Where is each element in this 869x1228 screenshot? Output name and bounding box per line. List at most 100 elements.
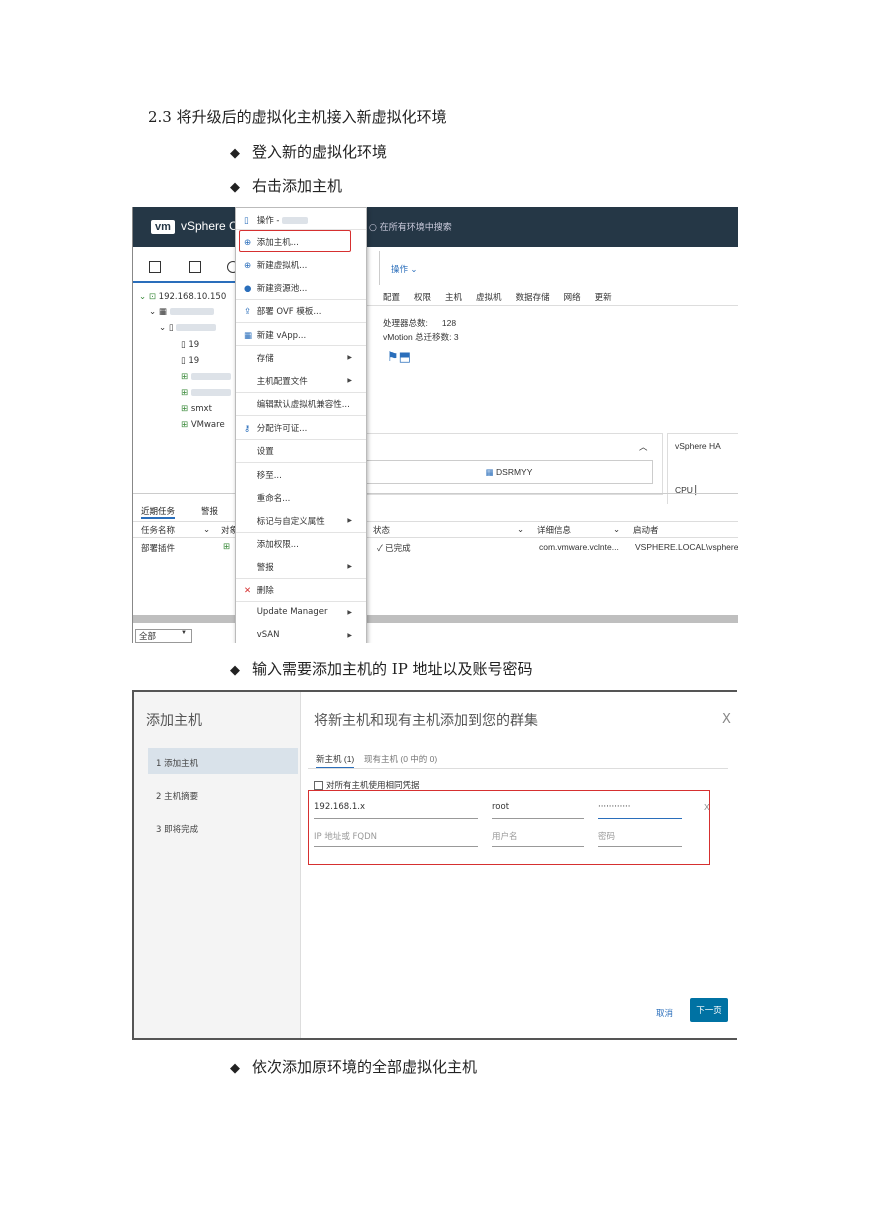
step-host-summary[interactable]: 2 主机摘要 <box>156 790 198 802</box>
tree-vcenter[interactable]: ⌄ ⊡ 192.168.10.150 <box>139 292 226 302</box>
delete-icon: ✕ <box>244 586 252 596</box>
tab-recent-tasks[interactable]: 近期任务 <box>141 505 176 519</box>
wizard-sidebar: 添加主机 1 添加主机 2 主机摘要 3 即将完成 <box>134 692 301 1038</box>
menu-alarms[interactable]: 警报 ▶ <box>244 561 358 573</box>
app-title: vSphere C <box>181 219 238 233</box>
context-menu: ▯ 操作 - ⊕ 添加主机... ⊕ 新建虚拟机... ● 新建资源池... ⇪… <box>235 207 367 643</box>
tab-existing-hosts[interactable]: 现有主机 (0 中的 0) <box>364 753 437 765</box>
tree-host[interactable]: ▯ 19 <box>181 356 199 366</box>
collapse-icon[interactable]: ︿ <box>639 441 648 453</box>
menu-add-permission[interactable]: 添加权限... <box>244 538 299 550</box>
vsphere-screenshot: vm vSphere C ○ 在所有环境中搜索 ⌄ ⊡ 192.168.10.1… <box>132 207 738 643</box>
tree-vm[interactable]: ⊞ <box>181 388 231 398</box>
col-task-name[interactable]: 任务名称 <box>141 524 175 536</box>
menu-new-resource-pool[interactable]: ● 新建资源池... <box>244 282 307 294</box>
filter-select[interactable]: 全部 ▼ <box>135 629 192 643</box>
menu-delete[interactable]: ✕ 删除 <box>244 584 274 596</box>
menu-new-vm[interactable]: ⊕ 新建虚拟机... <box>244 259 307 271</box>
menu-separator <box>236 415 366 416</box>
menu-add-host[interactable]: ⊕ 添加主机... <box>244 236 299 248</box>
ip-input-placeholder[interactable]: IP 地址或 FQDN <box>314 830 478 847</box>
step-add-host[interactable]: 1 添加主机 <box>156 757 198 769</box>
tree-vm-smxt[interactable]: ⊞ smxt <box>181 404 212 414</box>
ovf-icon: ⇪ <box>244 307 252 317</box>
menu-tags[interactable]: 标记与自定义属性 ▶ <box>244 515 358 527</box>
menu-vsan[interactable]: vSAN ▶ <box>244 630 358 640</box>
remove-row-icon[interactable]: X <box>704 802 710 812</box>
ha-label: vSphere HA <box>675 441 721 451</box>
tab-alarms[interactable]: 警报 <box>201 505 218 517</box>
password-input[interactable]: ············ <box>598 802 682 819</box>
divider <box>133 521 738 522</box>
bullet-4: ◆ 依次添加原环境的全部虚拟化主机 <box>230 1056 477 1077</box>
tab-hosts[interactable]: 主机 <box>445 292 462 302</box>
submenu-arrow-icon: ▶ <box>347 517 352 524</box>
tree-vm[interactable]: ⊞ <box>181 372 231 382</box>
col-status[interactable]: 状态 <box>373 524 390 536</box>
cancel-button[interactable]: 取消 <box>656 1007 673 1019</box>
username-input[interactable]: root <box>492 802 584 819</box>
actions-menu[interactable]: 操作 ⌄ <box>391 263 417 275</box>
vm-icon: ⊞ <box>181 404 191 414</box>
col-details[interactable]: 详细信息 <box>537 524 571 536</box>
hosts-clusters-icon[interactable] <box>149 261 161 273</box>
task-initiator: VSPHERE.LOCAL\vsphere- <box>635 542 738 552</box>
col-chevron-icon: ⌄ <box>613 524 621 534</box>
search-input[interactable]: ○ 在所有环境中搜索 <box>369 220 452 233</box>
step-ready[interactable]: 3 即将完成 <box>156 823 198 835</box>
menu-settings[interactable]: 设置 <box>244 445 274 457</box>
menu-separator <box>236 345 366 346</box>
bullet-3: ◆ 输入需要添加主机的 IP 地址以及账号密码 <box>230 658 533 679</box>
tab-new-hosts[interactable]: 新主机 (1) <box>316 753 355 769</box>
tree-cluster[interactable]: ⌄ ▯ <box>159 323 217 333</box>
username-input-placeholder[interactable]: 用户名 <box>492 830 584 847</box>
datastore-icon: ▦ <box>485 467 497 477</box>
menu-assign-license[interactable]: ⚷ 分配许可证... <box>244 422 307 434</box>
tab-datastores[interactable]: 数据存储 <box>516 292 550 302</box>
submenu-arrow-icon: ▶ <box>347 354 352 361</box>
cluster-icon: ⌄ ▯ <box>159 323 177 333</box>
password-input-placeholder[interactable]: 密码 <box>598 830 682 847</box>
object-tabs: 配置 权限 主机 虚拟机 数据存储 网络 更新 <box>383 291 626 303</box>
tree-host[interactable]: ▯ 19 <box>181 340 199 350</box>
vm-icon: ⊞ <box>181 420 191 430</box>
col-initiator[interactable]: 启动者 <box>633 524 659 536</box>
submenu-arrow-icon: ▶ <box>347 377 352 384</box>
submenu-arrow-icon: ▶ <box>347 563 352 570</box>
wizard-main-title: 将新主机和现有主机添加到您的群集 <box>314 712 538 728</box>
cpu-total: 处理器总数: 128 <box>383 318 457 328</box>
tree-vm-vmware[interactable]: ⊞ VMware <box>181 420 225 430</box>
bullet-text: 右击添加主机 <box>252 177 343 195</box>
resource-pool-icon: ● <box>244 284 252 294</box>
task-name: 部署插件 <box>141 543 176 553</box>
menu-storage[interactable]: 存储 ▶ <box>244 352 358 364</box>
tab-permissions[interactable]: 权限 <box>414 292 431 302</box>
checkbox-box[interactable] <box>314 781 323 791</box>
menu-update-manager[interactable]: Update Manager ▶ <box>244 607 358 617</box>
tab-vms[interactable]: 虚拟机 <box>476 292 502 302</box>
menu-rename[interactable]: 重命名... <box>244 492 291 504</box>
datastore-item[interactable]: ▦ DSRMYY <box>365 460 653 484</box>
bullet-text: 登入新的虚拟化环境 <box>252 143 388 161</box>
ip-input[interactable]: 192.168.1.x <box>314 802 478 819</box>
actions-icon: ▯ <box>244 216 249 226</box>
section-heading: 2.3 将升级后的虚拟化主机接入新虚拟化环境 <box>148 108 447 126</box>
menu-host-profiles[interactable]: 主机配置文件 ▶ <box>244 375 358 387</box>
vms-templates-icon[interactable] <box>189 261 201 273</box>
menu-separator <box>236 439 366 440</box>
menu-deploy-ovf[interactable]: ⇪ 部署 OVF 模板... <box>244 305 321 317</box>
tab-config[interactable]: 配置 <box>383 292 400 302</box>
next-button[interactable]: 下一页 <box>690 998 728 1022</box>
menu-edit-compat[interactable]: 编辑默认虚拟机兼容性... <box>244 398 350 410</box>
app-header: vm vSphere C ○ 在所有环境中搜索 <box>133 207 738 247</box>
tree-datacenter[interactable]: ⌄ ▦ <box>149 307 214 317</box>
close-icon[interactable]: X <box>722 712 731 727</box>
menu-new-vapp[interactable]: ▦ 新建 vApp... <box>244 329 306 341</box>
tab-networks[interactable]: 网络 <box>564 292 581 302</box>
bullet-symbol: ◆ <box>230 663 240 678</box>
tab-updates[interactable]: 更新 <box>595 292 612 302</box>
object-vm-icon: ⊞ <box>223 541 231 551</box>
col-chevron-icon: ⌄ <box>203 524 211 534</box>
horizontal-scrollbar[interactable] <box>133 615 738 623</box>
menu-move-to[interactable]: 移至... <box>244 469 282 481</box>
